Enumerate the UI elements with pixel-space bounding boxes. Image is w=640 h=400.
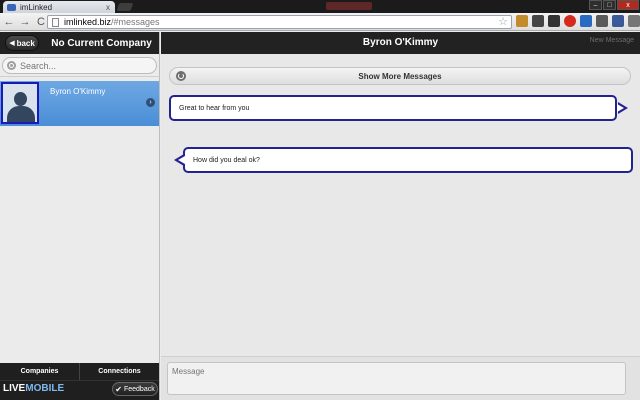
- tab-close-icon[interactable]: x: [106, 3, 110, 12]
- conversation-title: Byron O'Kimmy: [362, 37, 439, 48]
- message-bubble-incoming: How did you deal ok?: [183, 147, 633, 173]
- page-icon: [52, 17, 59, 27]
- back-chevron-icon: ◀: [9, 40, 15, 47]
- check-icon: ✔: [115, 384, 122, 394]
- extension-wrench-icon[interactable]: [628, 15, 640, 27]
- back-arrow-icon[interactable]: ←: [2, 15, 16, 29]
- chevron-right-icon[interactable]: ›: [146, 98, 155, 107]
- message-text: Great to hear from you: [179, 104, 250, 112]
- blurred-region: [326, 2, 372, 10]
- new-tab-button[interactable]: [116, 3, 134, 11]
- message-bubble-outgoing: Great to hear from you: [169, 95, 617, 121]
- sidebar-tabs: Companies Connections: [0, 363, 159, 381]
- avatar: [1, 82, 39, 124]
- search-bar: [0, 54, 159, 77]
- reload-icon[interactable]: C: [34, 15, 48, 29]
- browser-titlebar: imLinked x – □ x: [0, 0, 640, 13]
- extension-opera-icon[interactable]: [564, 15, 576, 27]
- logo-part-live: LIVE: [3, 383, 26, 394]
- new-message-button[interactable]: New Message: [590, 37, 634, 44]
- address-bar[interactable]: imlinked.biz/#messages ☆: [47, 15, 512, 29]
- browser-tab[interactable]: imLinked x: [3, 1, 115, 13]
- tab-connections[interactable]: Connections: [79, 363, 159, 380]
- back-button[interactable]: ◀ back: [5, 35, 39, 51]
- minimize-button[interactable]: –: [589, 0, 602, 10]
- extension-pencil-icon[interactable]: [516, 15, 528, 27]
- forward-arrow-icon[interactable]: →: [18, 15, 32, 29]
- back-button-label: back: [16, 38, 35, 48]
- message-text: How did you deal ok?: [193, 156, 260, 164]
- contact-name: Byron O'Kimmy: [50, 87, 106, 96]
- conversation-header: Byron O'Kimmy New Message: [161, 32, 640, 54]
- avatar-head: [14, 92, 27, 106]
- extension-mail-icon[interactable]: [532, 15, 544, 27]
- message-input[interactable]: [167, 362, 626, 395]
- bubble-tail-fill: [178, 156, 185, 164]
- show-more-messages-button[interactable]: Show More Messages: [169, 67, 631, 85]
- search-input[interactable]: [20, 60, 140, 71]
- extension-sync-icon[interactable]: [548, 15, 560, 27]
- url-text: imlinked.biz/#messages: [64, 17, 160, 27]
- site-favicon-icon: [7, 3, 16, 11]
- logo-part-mobile: MOBILE: [25, 383, 65, 394]
- brand-bar: LIVEMOBILE ✔ Feedback: [0, 381, 159, 399]
- extension-translate-icon[interactable]: [612, 15, 624, 27]
- conversation-panel: Byron O'Kimmy New Message Show More Mess…: [161, 32, 640, 400]
- show-more-label: Show More Messages: [358, 71, 442, 81]
- extension-icons: [516, 15, 640, 27]
- search-icon: [7, 61, 16, 70]
- app-root: ◀ back No Current Company Byron O'Kimmy …: [0, 32, 640, 400]
- close-window-button[interactable]: x: [617, 0, 639, 10]
- extension-share-icon[interactable]: [580, 15, 592, 27]
- tab-title: imLinked: [20, 2, 53, 12]
- feedback-button[interactable]: ✔ Feedback: [112, 382, 158, 396]
- bookmark-star-icon[interactable]: ☆: [498, 15, 508, 28]
- url-path: /#messages: [111, 17, 160, 27]
- url-host: imlinked.biz: [64, 17, 112, 27]
- search-box: [2, 57, 157, 74]
- livemobile-logo: LIVEMOBILE: [3, 383, 64, 394]
- feedback-label: Feedback: [123, 385, 155, 393]
- refresh-icon: [176, 71, 186, 81]
- bubble-tail-fill: [617, 104, 624, 112]
- extension-envelope-icon[interactable]: [596, 15, 608, 27]
- compose-area: [161, 356, 640, 400]
- browser-toolbar: ← → C imlinked.biz/#messages ☆: [0, 13, 640, 31]
- maximize-button[interactable]: □: [603, 0, 616, 10]
- sidebar-footer: Companies Connections LIVEMOBILE ✔ Feedb…: [0, 363, 159, 400]
- avatar-body: [7, 106, 35, 122]
- sidebar-header: ◀ back No Current Company: [0, 32, 159, 54]
- tab-companies[interactable]: Companies: [0, 363, 79, 380]
- sidebar-title: No Current Company: [51, 37, 152, 49]
